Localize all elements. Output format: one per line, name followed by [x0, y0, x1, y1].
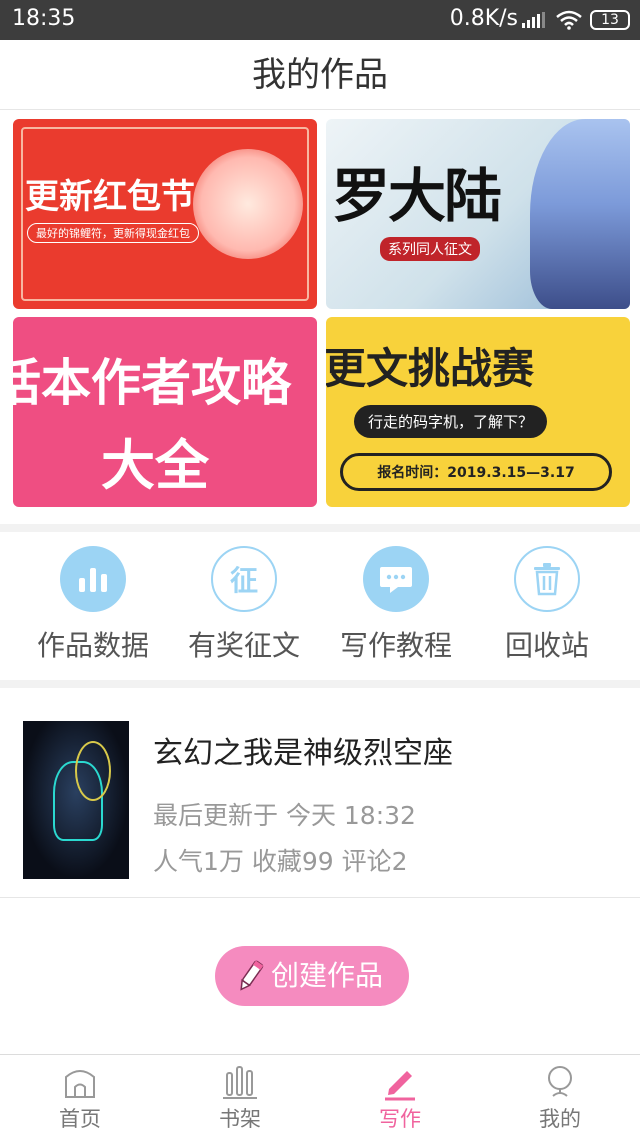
quick-action-contest[interactable]: 征 有奖征文 [164, 546, 324, 664]
trash-icon [514, 546, 580, 612]
profile-icon [548, 1066, 572, 1097]
quick-action-tutorial[interactable]: 写作教程 [316, 546, 476, 664]
koi-fish-illustration [193, 149, 303, 259]
banner-date: 报名时间：2019.3.15—3.17 [340, 453, 612, 491]
tab-write[interactable]: 写作 [320, 1055, 480, 1138]
pen-icon [385, 1071, 415, 1101]
banner-title-line2: 大全 [101, 434, 209, 497]
pencil-icon [240, 960, 264, 991]
quick-action-label: 回收站 [504, 629, 589, 662]
zheng-glyph: 征 [229, 564, 258, 597]
book-cover[interactable] [23, 721, 129, 879]
cover-art [75, 741, 111, 801]
banner-douluo[interactable]: 罗大陆 系列同人征文 [326, 119, 630, 309]
status-bar: 18:35 0.8K/s 13 [0, 0, 640, 40]
anime-character-illustration [530, 119, 630, 309]
banner-subtitle: 系列同人征文 [380, 237, 480, 261]
banner-subtitle: 最好的锦鲤符，更新得现金红包 [27, 223, 199, 243]
battery-level: 13 [601, 12, 619, 28]
chat-bubble-icon [363, 546, 429, 612]
banner-title: 更文挑战赛 [326, 344, 535, 393]
battery-icon: 13 [590, 10, 630, 30]
banner-challenge[interactable]: 更文挑战赛 行走的码字机，了解下？ 报名时间：2019.3.15—3.17 [326, 317, 630, 507]
banner-guide[interactable]: 话本作者攻略 大全 [13, 317, 317, 507]
work-list-item[interactable]: 玄幻之我是神级烈空座 最后更新于 今天 18:32 人气1万 收藏99 评论2 [0, 688, 640, 898]
quick-action-label: 有奖征文 [187, 629, 300, 662]
home-icon [65, 1070, 95, 1098]
tab-label: 我的 [539, 1107, 581, 1131]
tab-label: 写作 [379, 1107, 421, 1131]
tab-bookshelf[interactable]: 书架 [160, 1055, 320, 1138]
tab-label: 书架 [219, 1107, 261, 1131]
network-speed: 0.8K/s [449, 6, 518, 31]
quick-action-recycle-bin[interactable]: 回收站 [467, 546, 627, 664]
create-work-button[interactable]: 创建作品 [215, 946, 409, 1006]
quick-action-work-data[interactable]: 作品数据 [13, 546, 173, 664]
create-work-label: 创建作品 [270, 959, 383, 992]
zheng-icon: 征 [211, 546, 277, 612]
header: 我的作品 [0, 40, 640, 110]
signal-icon [522, 12, 545, 28]
quick-action-label: 作品数据 [36, 629, 149, 662]
work-stats: 人气1万 收藏99 评论2 [153, 847, 408, 876]
tab-label: 首页 [59, 1107, 101, 1131]
banner-title: 罗大陆 [332, 162, 502, 230]
banner-title: 更新红包节 [25, 177, 195, 217]
create-area: 创建作品 [0, 898, 640, 1054]
work-title: 玄幻之我是神级烈空座 [153, 736, 453, 771]
page-title: 我的作品 [252, 55, 388, 95]
wifi-icon [556, 10, 582, 30]
bottom-tab-bar: 首页 书架 写作 我的 [0, 1054, 640, 1138]
banner-pill: 行走的码字机，了解下？ [354, 405, 548, 438]
banner-grid: 更新红包节 最好的锦鲤符，更新得现金红包 罗大陆 系列同人征文 话本作者攻略 大… [0, 110, 640, 524]
bar-chart-icon [60, 546, 126, 612]
banner-title-line1: 话本作者攻略 [13, 354, 291, 412]
bookshelf-icon [223, 1066, 257, 1099]
banner-red-packet[interactable]: 更新红包节 最好的锦鲤符，更新得现金红包 [13, 119, 317, 309]
quick-actions: 作品数据 征 有奖征文 写作教程 回收站 [0, 532, 640, 680]
tab-profile[interactable]: 我的 [480, 1055, 640, 1138]
status-time: 18:35 [12, 6, 76, 31]
work-updated: 最后更新于 今天 18:32 [153, 801, 416, 830]
quick-action-label: 写作教程 [339, 629, 452, 662]
tab-home[interactable]: 首页 [0, 1055, 160, 1138]
